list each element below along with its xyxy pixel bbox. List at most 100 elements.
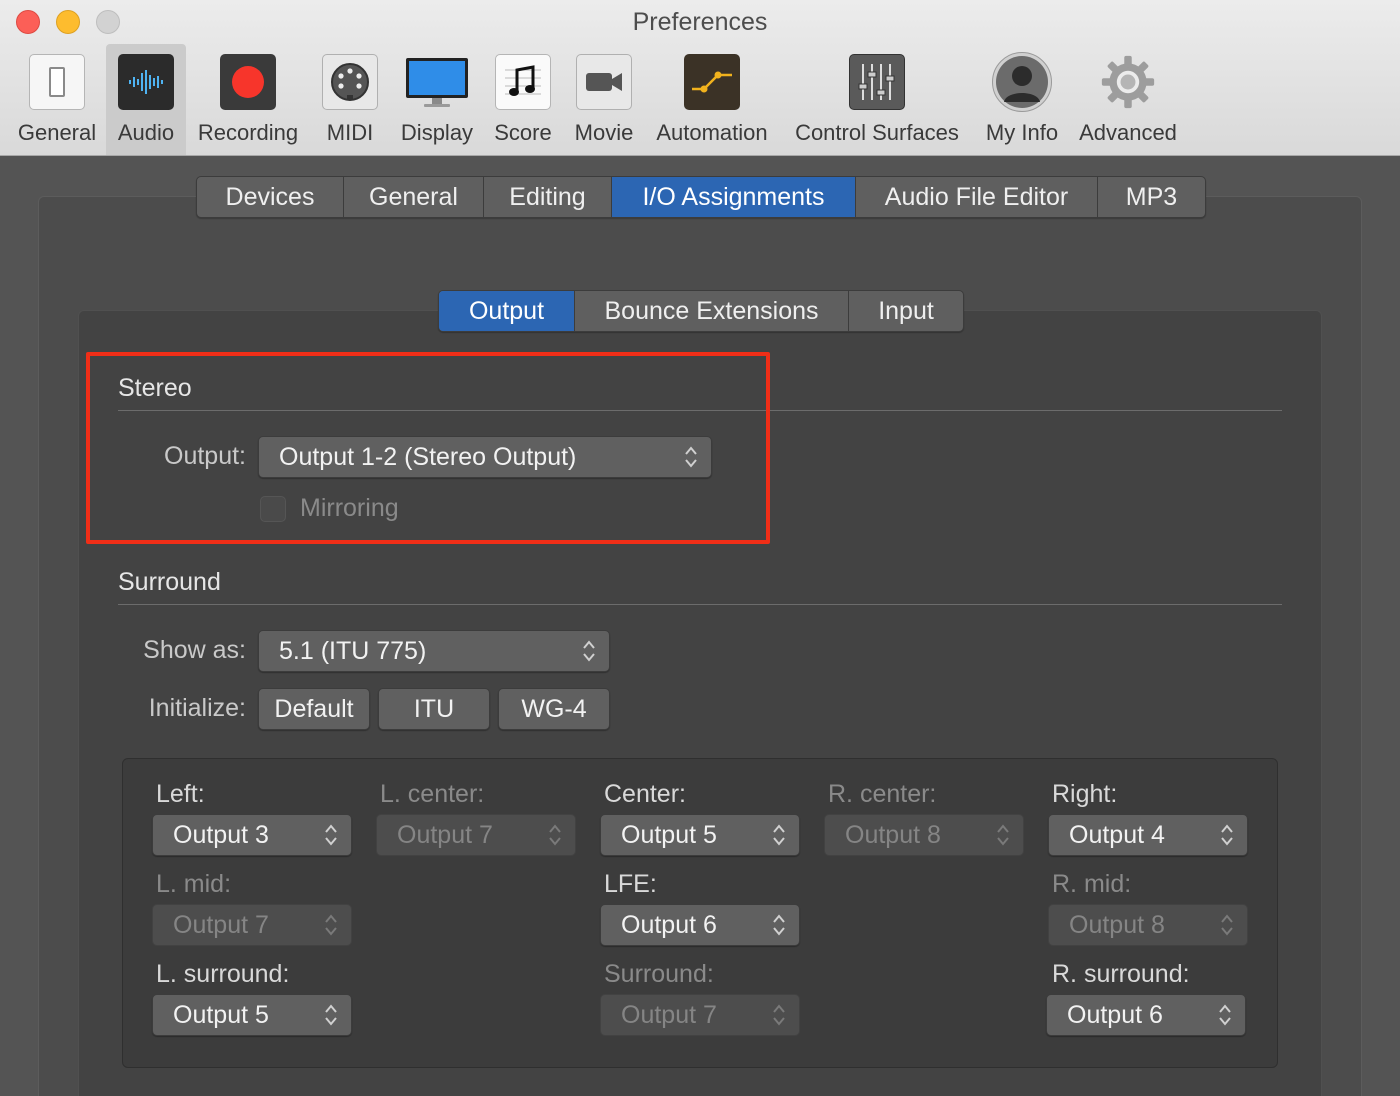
tab-audio-file-editor[interactable]: Audio File Editor <box>856 177 1098 217</box>
video-camera-icon <box>576 54 632 110</box>
center-channel-value: Output 5 <box>621 820 717 849</box>
monitor-icon <box>404 54 470 110</box>
toolbar-item-label: Display <box>400 120 474 145</box>
chevron-up-down-icon <box>773 1004 785 1026</box>
l-surround-channel-value: Output 5 <box>173 1000 269 1029</box>
initialize-wg4-button[interactable]: WG-4 <box>498 688 610 730</box>
mirroring-checkbox[interactable] <box>260 496 286 522</box>
r-surround-channel-popup[interactable]: Output 6 <box>1046 994 1246 1036</box>
chevron-up-down-icon <box>325 1004 337 1026</box>
subtab-input[interactable]: Input <box>849 291 963 331</box>
stereo-section-title: Stereo <box>118 374 192 402</box>
tab-mp3[interactable]: MP3 <box>1098 177 1205 217</box>
toolbar-item-label: Audio <box>117 120 175 145</box>
waveform-icon <box>118 54 174 110</box>
toolbar-item-display[interactable]: Display <box>396 44 478 155</box>
automation-curve-icon <box>684 54 740 110</box>
toolbar-item-label: Control Surfaces <box>795 120 959 145</box>
tab-bar: Devices General Editing I/O Assignments … <box>196 176 1206 218</box>
center-channel-label: Center: <box>604 780 686 808</box>
toolbar-item-label: Advanced <box>1079 120 1177 145</box>
l-surround-channel-popup[interactable]: Output 5 <box>152 994 352 1036</box>
gear-icon <box>1100 54 1156 110</box>
toolbar-item-label: General <box>17 120 97 145</box>
chevron-up-down-icon <box>325 914 337 936</box>
toolbar-item-advanced[interactable]: Advanced <box>1072 44 1184 155</box>
toolbar-item-my-info[interactable]: My Info <box>976 44 1068 155</box>
toolbar: Preferences General Audio Recording MIDI… <box>0 0 1400 156</box>
initialize-label: Initialize: <box>148 694 246 722</box>
toolbar-item-recording[interactable]: Recording <box>192 44 304 155</box>
surround-channel-popup: Output 7 <box>600 994 800 1036</box>
center-channel-popup[interactable]: Output 5 <box>600 814 800 856</box>
subtab-bounce-extensions[interactable]: Bounce Extensions <box>575 291 849 331</box>
lfe-channel-popup[interactable]: Output 6 <box>600 904 800 946</box>
left-channel-label: Left: <box>156 780 205 808</box>
l-center-channel-popup: Output 7 <box>376 814 576 856</box>
chevron-up-down-icon <box>1219 1004 1231 1026</box>
r-center-channel-label: R. center: <box>828 780 937 808</box>
chevron-up-down-icon <box>1221 824 1233 846</box>
r-center-channel-value: Output 8 <box>845 820 941 849</box>
tab-editing[interactable]: Editing <box>484 177 612 217</box>
tab-general[interactable]: General <box>344 177 484 217</box>
toolbar-item-label: MIDI <box>326 120 374 145</box>
record-icon <box>220 54 276 110</box>
user-silhouette-icon <box>992 52 1052 112</box>
r-mid-channel-value: Output 8 <box>1069 910 1165 939</box>
show-as-popup[interactable]: 5.1 (ITU 775) <box>258 630 610 672</box>
right-channel-label: Right: <box>1052 780 1118 808</box>
toolbar-item-automation[interactable]: Automation <box>648 44 776 155</box>
toolbar-item-label: Score <box>494 120 552 145</box>
l-mid-channel-label: L. mid: <box>156 870 232 898</box>
chevron-up-down-icon <box>325 824 337 846</box>
toolbar-item-movie[interactable]: Movie <box>566 44 642 155</box>
right-channel-value: Output 4 <box>1069 820 1165 849</box>
toolbar-item-midi[interactable]: MIDI <box>316 44 384 155</box>
chevron-up-down-icon <box>583 640 595 662</box>
toolbar-item-audio[interactable]: Audio <box>106 44 186 155</box>
chevron-up-down-icon <box>773 914 785 936</box>
initialize-itu-button[interactable]: ITU <box>378 688 490 730</box>
l-mid-channel-popup: Output 7 <box>152 904 352 946</box>
toolbar-item-general[interactable]: General <box>12 44 102 155</box>
chevron-up-down-icon <box>1221 914 1233 936</box>
surround-channel-value: Output 7 <box>621 1000 717 1029</box>
lfe-channel-value: Output 6 <box>621 910 717 939</box>
show-as-label: Show as: <box>143 636 246 664</box>
r-mid-channel-label: R. mid: <box>1052 870 1132 898</box>
l-mid-channel-value: Output 7 <box>173 910 269 939</box>
r-center-channel-popup: Output 8 <box>824 814 1024 856</box>
right-channel-popup[interactable]: Output 4 <box>1048 814 1248 856</box>
subtab-output[interactable]: Output <box>439 291 575 331</box>
stereo-output-label: Output: <box>164 442 246 470</box>
midi-connector-icon <box>322 54 378 110</box>
l-surround-channel-label: L. surround: <box>156 960 290 988</box>
toolbar-item-label: Movie <box>574 120 634 145</box>
toolbar-item-control-surfaces[interactable]: Control Surfaces <box>784 44 970 155</box>
toolbar-item-label: Recording <box>197 120 299 145</box>
toolbar-item-label: Automation <box>656 120 768 145</box>
show-as-value: 5.1 (ITU 775) <box>279 636 427 665</box>
r-mid-channel-popup: Output 8 <box>1048 904 1248 946</box>
chevron-up-down-icon <box>685 446 697 468</box>
stereo-divider <box>118 410 1282 411</box>
faders-icon <box>849 54 905 110</box>
chevron-up-down-icon <box>549 824 561 846</box>
music-note-icon <box>495 54 551 110</box>
surround-divider <box>118 604 1282 605</box>
tab-devices[interactable]: Devices <box>197 177 344 217</box>
surround-channel-label: Surround: <box>604 960 714 988</box>
stereo-output-popup[interactable]: Output 1-2 (Stereo Output) <box>258 436 712 478</box>
initialize-default-button[interactable]: Default <box>258 688 370 730</box>
toolbar-item-label: My Info <box>985 120 1059 145</box>
r-surround-channel-label: R. surround: <box>1052 960 1190 988</box>
tab-io-assignments[interactable]: I/O Assignments <box>612 177 856 217</box>
left-channel-popup[interactable]: Output 3 <box>152 814 352 856</box>
l-center-channel-label: L. center: <box>380 780 485 808</box>
chevron-up-down-icon <box>997 824 1009 846</box>
toolbar-item-score[interactable]: Score <box>490 44 556 155</box>
stereo-output-value: Output 1-2 (Stereo Output) <box>279 442 577 471</box>
window-title: Preferences <box>632 8 768 36</box>
light-switch-icon <box>29 54 85 110</box>
